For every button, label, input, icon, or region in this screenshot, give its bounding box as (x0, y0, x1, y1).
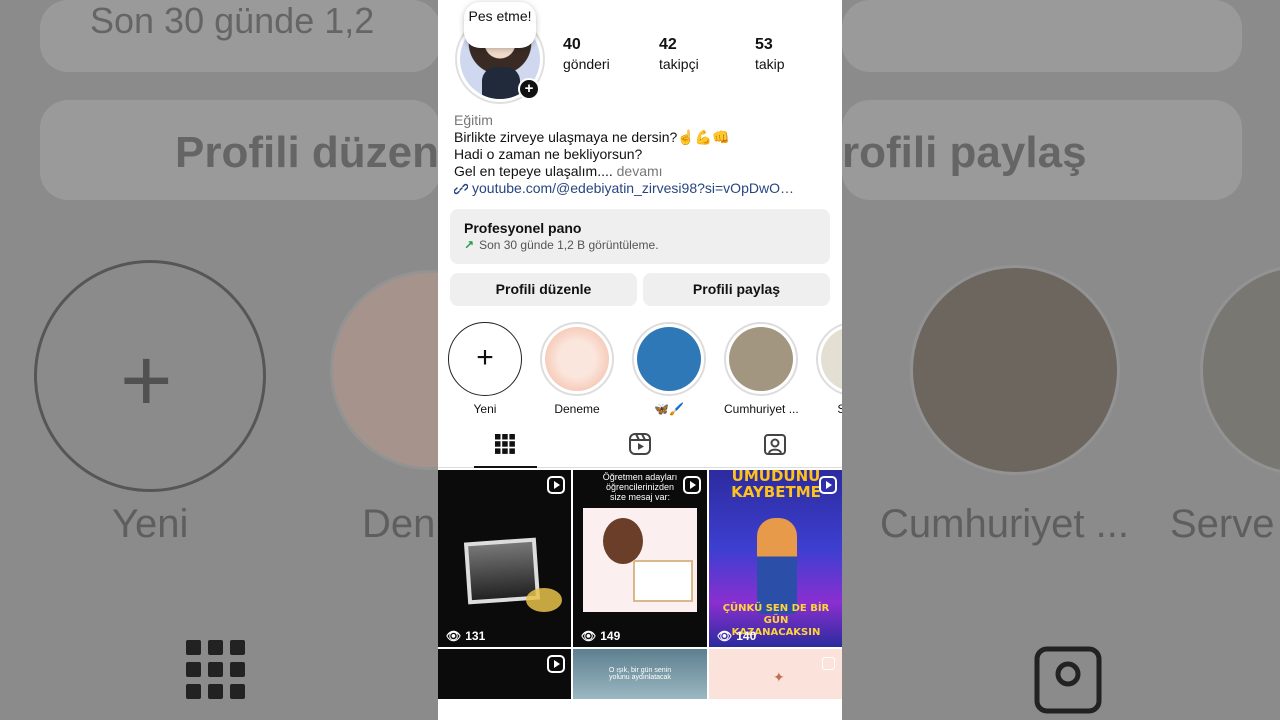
stat-posts[interactable]: 40 gönderi (563, 36, 659, 72)
bg-den-label: Den (362, 502, 436, 546)
bg-dashboard-right (842, 0, 1242, 72)
sparkle-icon: ✦ (773, 669, 785, 685)
reels-icon (629, 432, 651, 455)
tab-posts-grid[interactable] (438, 420, 573, 468)
bg-grid-icon (186, 640, 245, 699)
dashboard-title: Profesyonel pano (464, 220, 582, 236)
tab-reels[interactable] (573, 420, 708, 467)
post-tile[interactable]: UMUDUNU KAYBETME ÇÜNKÜ SEN DE BİR GÜN KA… (709, 470, 842, 647)
view-count-value: 149 (600, 629, 621, 643)
link-icon (454, 183, 468, 194)
multi-post-icon (822, 657, 835, 670)
bg-share-text: rofili paylaş (842, 128, 1087, 177)
bg-plus: + (120, 331, 173, 431)
post-image (583, 508, 697, 612)
bio-category: Eğitim (454, 112, 493, 128)
highlight-cumhuriyet[interactable]: Cumhuriyet ... (724, 322, 798, 420)
reel-icon (547, 655, 565, 673)
stat-followers-count: 42 (659, 36, 677, 53)
highlight-new[interactable]: + Yeni (448, 322, 522, 420)
view-count-value: 140 (736, 629, 757, 643)
stat-followers-label: takipçi (659, 56, 699, 72)
bio-link[interactable]: youtube.com/@edebiyatin_zirvesi98?si=vOp… (454, 180, 826, 197)
tagged-icon (763, 433, 786, 455)
view-count: 👁 149 (581, 629, 620, 643)
screen: Son 30 günde 1,2 Profili düzen rofili pa… (0, 0, 1280, 720)
story-highlights: + Yeni Deneme 🦋🖌️ Cumhuriyet ... Serve (448, 322, 842, 420)
post-tile[interactable]: O ışık, bir gün senin yolunu aydınlataca… (573, 649, 707, 699)
reel-icon (683, 476, 701, 494)
bio-line-3-text: Gel en tepeye ulaşalım.... (454, 163, 617, 179)
dashboard-subtitle-row: ↗ Son 30 günde 1,2 B görüntüleme. (464, 238, 816, 252)
view-count: 👁 140 (717, 629, 756, 643)
view-count-value: 131 (465, 629, 486, 643)
stat-following-count: 53 (755, 36, 773, 53)
bg-edit-text: Profili düzen (175, 128, 439, 177)
post-caption: O ışık, bir gün senin yolunu aydınlataca… (608, 667, 672, 681)
bg-serve-label: Serve (1170, 502, 1275, 546)
stat-posts-label: gönderi (563, 56, 610, 72)
bg-tagged-icon (1034, 646, 1102, 714)
post-tile[interactable]: Öğretmen adayları öğrencilerinizden size… (573, 470, 707, 647)
professional-dashboard[interactable]: Profesyonel pano ↗ Son 30 günde 1,2 B gö… (450, 209, 830, 264)
post-tile[interactable]: 👁 131 (438, 470, 571, 647)
profile-screen: + Pes etme! 40 gönderi 42 takipçi 53 tak… (438, 0, 842, 720)
bio-line-2: Hadi o zaman ne bekliyorsun? (454, 146, 643, 162)
bio-more-link[interactable]: devamı (617, 163, 663, 179)
post-tile[interactable]: ✦ (709, 649, 842, 699)
bg-serve-circle (1200, 265, 1280, 475)
dashboard-subtitle: Son 30 günde 1,2 B görüntüleme. (479, 238, 659, 252)
stat-followers[interactable]: 42 takipçi (659, 36, 755, 72)
eye-icon: 👁 (446, 629, 462, 643)
post-tile[interactable] (438, 649, 571, 699)
highlight-butterfly[interactable]: 🦋🖌️ (632, 322, 706, 420)
trend-up-icon: ↗ (464, 238, 475, 252)
highlight-label: Serve (837, 402, 842, 416)
add-story-icon[interactable]: + (518, 78, 540, 100)
stat-following[interactable]: 53 takip (755, 36, 842, 72)
highlight-label: Yeni (473, 402, 497, 416)
profile-tabs (438, 420, 842, 468)
edit-profile-button[interactable]: Profili düzenle (450, 273, 637, 306)
bio-line-1: Birlikte zirveye ulaşmaya ne dersin?☝️💪👊 (454, 129, 730, 145)
bg-cumhuriyet-circle (910, 265, 1120, 475)
highlight-label: 🦋🖌️ (654, 402, 684, 416)
posts-grid: 👁 131 Öğretmen adayları öğrencilerinizden… (438, 470, 842, 699)
bio: Eğitim Birlikte zirveye ulaşmaya ne ders… (438, 108, 842, 197)
profile-actions: Profili düzenle Profili paylaş (450, 273, 830, 306)
bg-yeni-label: Yeni (112, 502, 189, 546)
reel-icon (819, 476, 837, 494)
grid-icon (495, 433, 516, 454)
highlight-deneme[interactable]: Deneme (540, 322, 614, 420)
view-count: 👁 131 (446, 629, 485, 643)
eye-icon: 👁 (581, 629, 597, 643)
post-figure (757, 518, 797, 614)
reel-icon (547, 476, 565, 494)
plus-icon: + (448, 322, 522, 396)
highlight-cover (724, 322, 798, 396)
share-profile-button[interactable]: Profili paylaş (643, 273, 830, 306)
post-decor (526, 588, 562, 612)
eye-icon: 👁 (717, 629, 733, 643)
highlight-cover (816, 322, 842, 396)
profile-stats: 40 gönderi 42 takipçi 53 takip (563, 36, 842, 72)
bg-cumhuriyet-label: Cumhuriyet ... (880, 502, 1129, 546)
note-bubble[interactable]: Pes etme! (464, 2, 536, 48)
highlight-label: Deneme (554, 402, 600, 416)
profile-header: + Pes etme! 40 gönderi 42 takipçi 53 tak… (438, 0, 842, 108)
highlight-cover (540, 322, 614, 396)
stat-following-label: takip (755, 56, 785, 72)
highlight-cover (632, 322, 706, 396)
tab-tagged[interactable] (707, 420, 842, 467)
stat-posts-count: 40 (563, 36, 581, 53)
highlight-serve[interactable]: Serve (816, 322, 842, 420)
bio-link-text: youtube.com/@edebiyatin_zirvesi98?si=vOp… (472, 180, 794, 196)
bio-line-3: Gel en tepeye ulaşalım.... devamı (454, 163, 826, 180)
highlight-label: Cumhuriyet ... (724, 402, 798, 416)
bg-dashboard-text: Son 30 günde 1,2 (90, 0, 375, 41)
